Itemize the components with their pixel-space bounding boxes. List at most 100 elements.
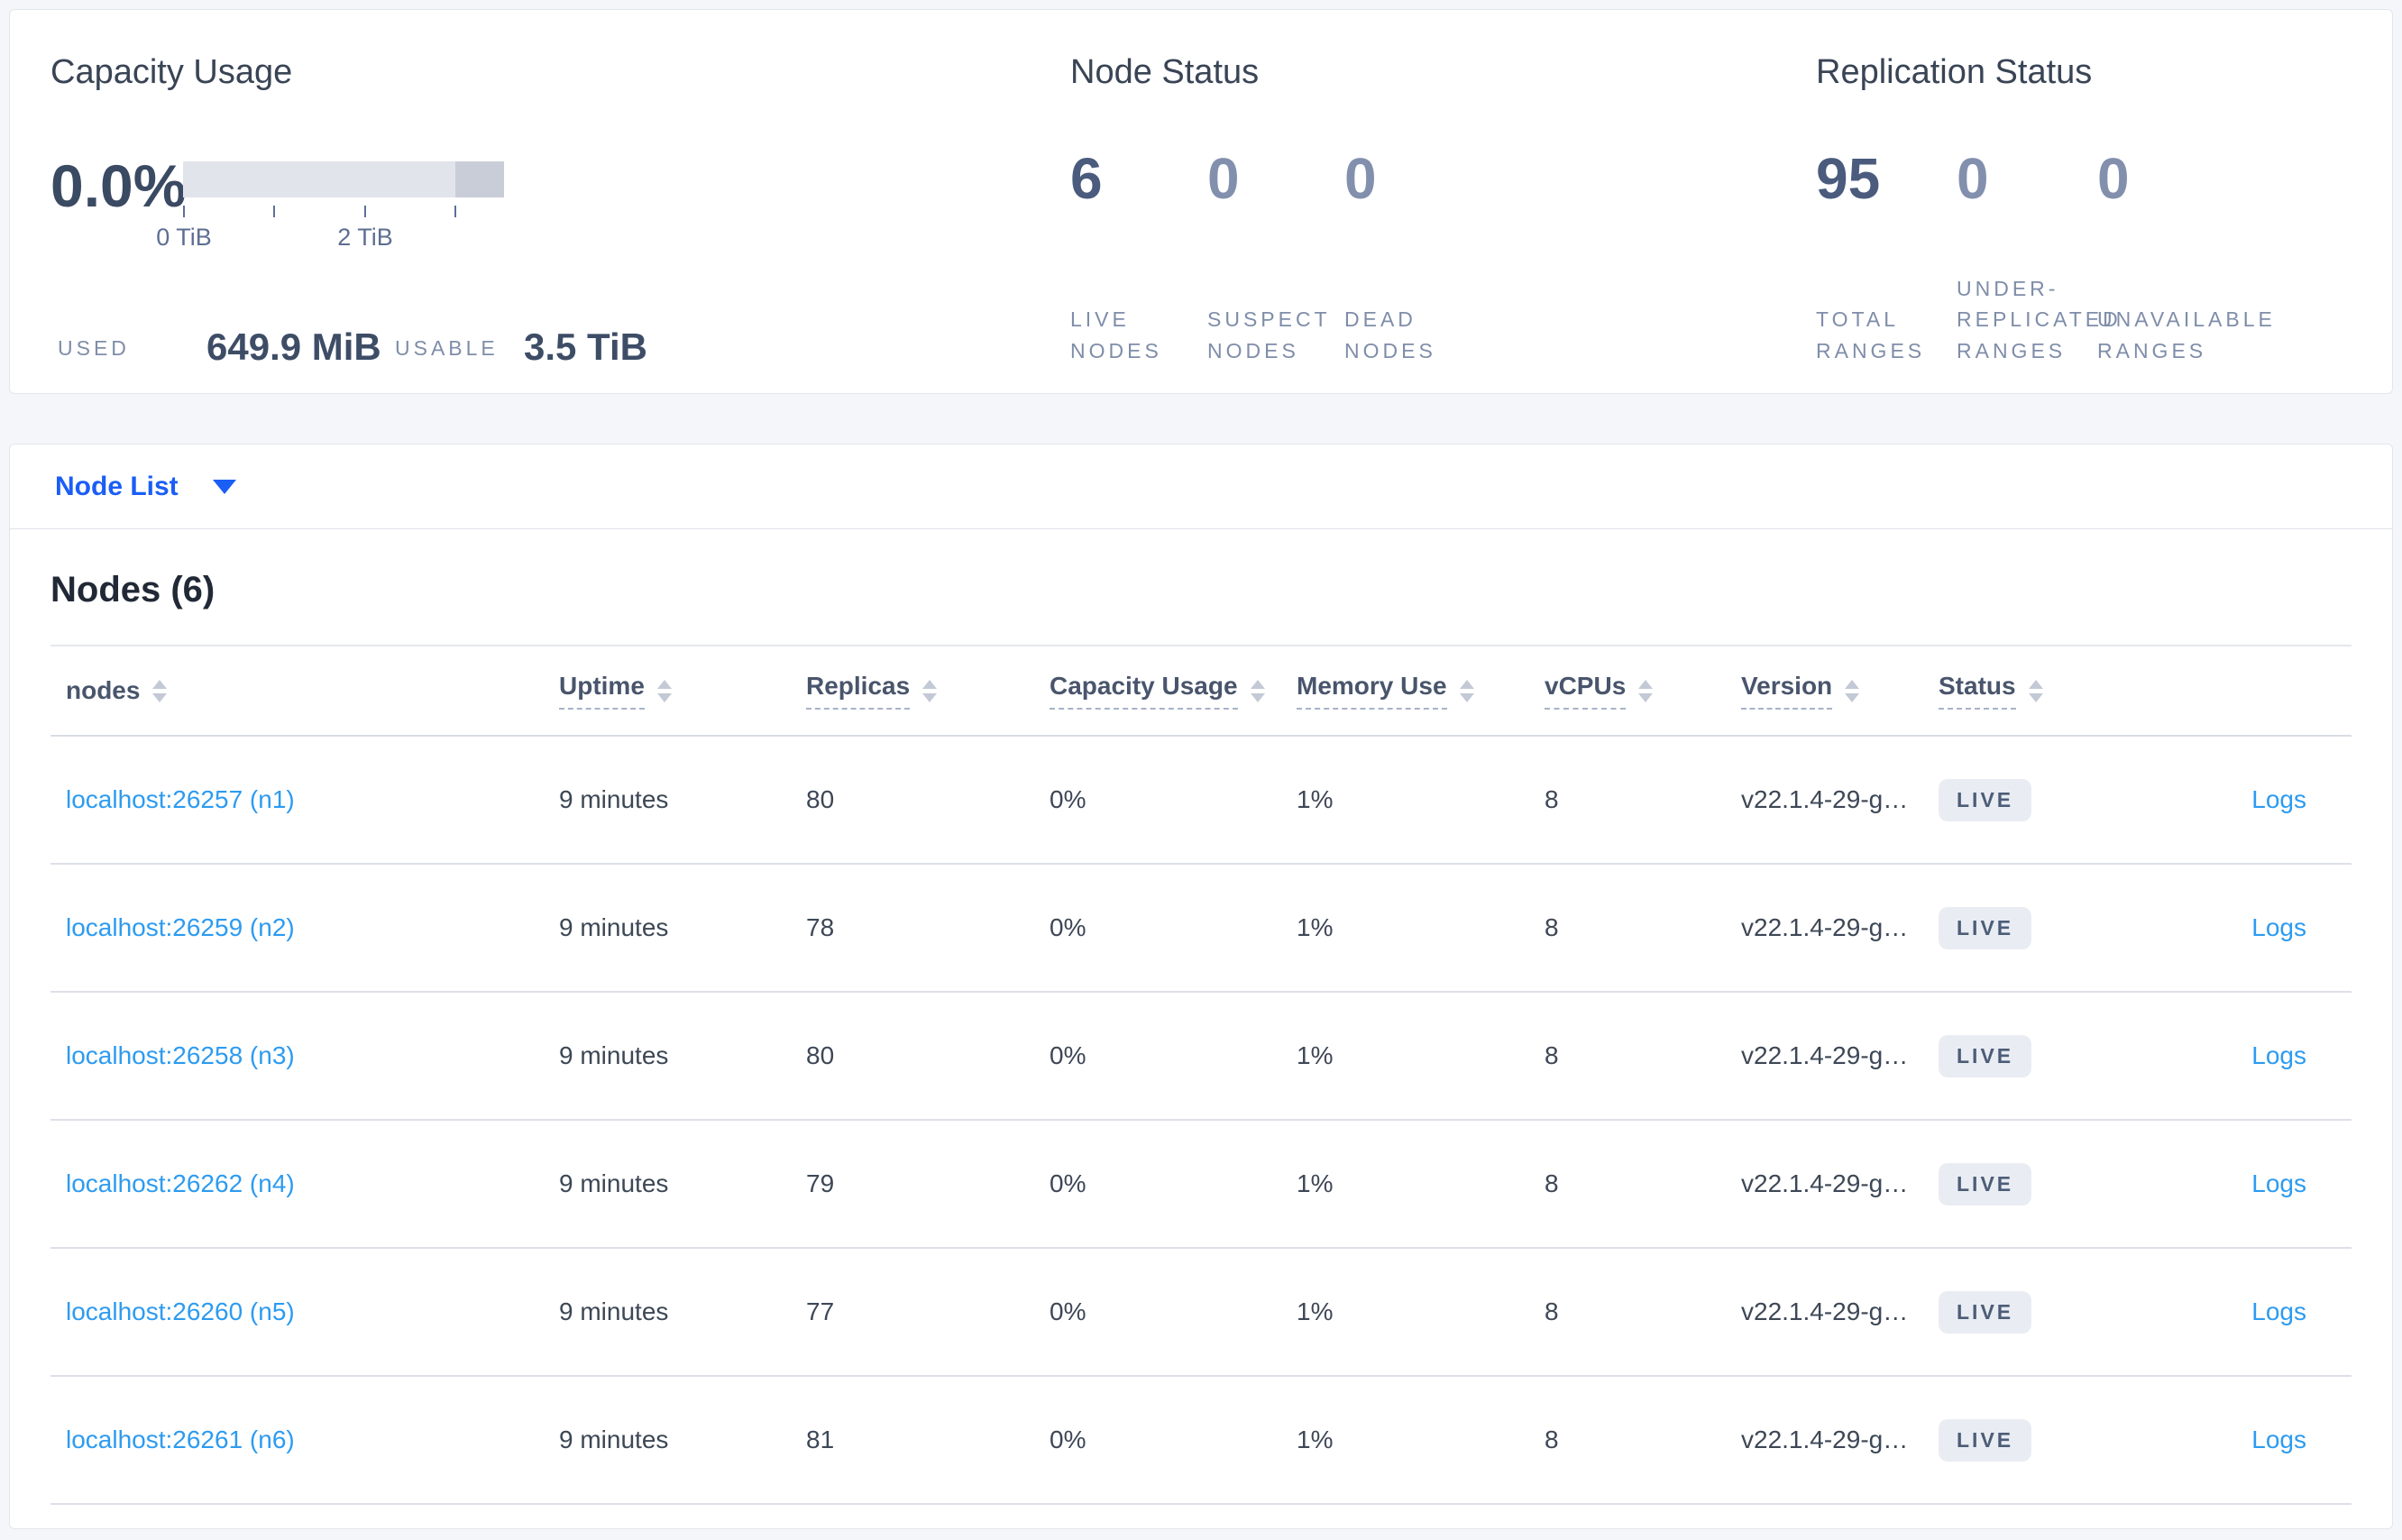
vcpus-cell: 8 bbox=[1545, 1169, 1559, 1197]
uptime-cell: 9 minutes bbox=[559, 1169, 669, 1197]
version-cell: v22.1.4-29-g… bbox=[1741, 913, 1909, 941]
node-status-title: Node Status bbox=[1070, 53, 1260, 91]
replication-status-title: Replication Status bbox=[1816, 53, 2093, 91]
column-header-capacity-usage[interactable]: Capacity Usage bbox=[1050, 672, 1297, 710]
vcpus-cell: 8 bbox=[1545, 785, 1559, 813]
live-nodes-label: LIVE NODES bbox=[1070, 307, 1162, 362]
memory-cell: 1% bbox=[1297, 1041, 1334, 1069]
uptime-cell: 9 minutes bbox=[559, 1297, 669, 1325]
status-badge: LIVE bbox=[1939, 778, 2032, 821]
capacity-usage-bar bbox=[183, 161, 504, 197]
table-row: localhost:26257 (n1) 9 minutes 80 0% 1% … bbox=[50, 737, 2352, 865]
uptime-cell: 9 minutes bbox=[559, 1041, 669, 1069]
nodes-table-title: Nodes (6) bbox=[50, 570, 215, 610]
sort-icon bbox=[2028, 679, 2043, 702]
table-row: localhost:26258 (n3) 9 minutes 80 0% 1% … bbox=[50, 993, 2352, 1121]
vcpus-cell: 8 bbox=[1545, 1425, 1559, 1453]
column-header-uptime[interactable]: Uptime bbox=[559, 672, 806, 710]
suspect-nodes-label: SUSPECT NODES bbox=[1207, 307, 1331, 362]
axis-tick bbox=[454, 206, 456, 217]
capacity-usage-title: Capacity Usage bbox=[50, 53, 293, 91]
dead-nodes-count: 0 bbox=[1344, 146, 1377, 211]
table-row: localhost:26261 (n6) 9 minutes 81 0% 1% … bbox=[50, 1377, 2352, 1505]
used-value: 649.9 MiB bbox=[206, 325, 381, 368]
capacity-cell: 0% bbox=[1050, 1297, 1086, 1325]
status-badge: LIVE bbox=[1939, 1418, 2032, 1462]
node-link[interactable]: localhost:26261 (n6) bbox=[66, 1425, 295, 1453]
column-header-memory-use[interactable]: Memory Use bbox=[1297, 672, 1545, 710]
node-status-labels: LIVE NODES SUSPECT NODES DEAD NODES bbox=[1070, 304, 1481, 366]
sort-icon bbox=[1845, 679, 1860, 702]
axis-tick-label-0: 0 TiB bbox=[156, 224, 212, 251]
logs-link[interactable]: Logs bbox=[2251, 1297, 2306, 1325]
live-nodes-count: 6 bbox=[1070, 146, 1103, 211]
node-link[interactable]: localhost:26262 (n4) bbox=[66, 1169, 295, 1197]
used-label: USED bbox=[58, 336, 130, 360]
capacity-cell: 0% bbox=[1050, 1425, 1086, 1453]
replicas-cell: 80 bbox=[806, 785, 835, 813]
memory-cell: 1% bbox=[1297, 1169, 1334, 1197]
uptime-cell: 9 minutes bbox=[559, 785, 669, 813]
column-header-nodes[interactable]: nodes bbox=[50, 676, 559, 705]
vcpus-cell: 8 bbox=[1545, 1297, 1559, 1325]
usable-label: USABLE bbox=[395, 336, 499, 360]
replicas-cell: 79 bbox=[806, 1169, 835, 1197]
logs-link[interactable]: Logs bbox=[2251, 1041, 2306, 1069]
node-link[interactable]: localhost:26258 (n3) bbox=[66, 1041, 295, 1069]
logs-link[interactable]: Logs bbox=[2251, 1169, 2306, 1197]
uptime-cell: 9 minutes bbox=[559, 913, 669, 941]
column-header-status[interactable]: Status bbox=[1939, 672, 2146, 710]
replicas-cell: 81 bbox=[806, 1425, 835, 1453]
memory-cell: 1% bbox=[1297, 913, 1334, 941]
sort-icon bbox=[656, 679, 672, 702]
replicas-cell: 77 bbox=[806, 1297, 835, 1325]
capacity-bar-dark-segment bbox=[455, 161, 504, 197]
node-link[interactable]: localhost:26259 (n2) bbox=[66, 913, 295, 941]
node-link[interactable]: localhost:26260 (n5) bbox=[66, 1297, 295, 1325]
column-header-vcpus[interactable]: vCPUs bbox=[1545, 672, 1741, 710]
unavailable-ranges-count: 0 bbox=[2097, 146, 2130, 211]
capacity-used-percent: 0.0% bbox=[50, 152, 187, 219]
usable-value: 3.5 TiB bbox=[524, 325, 647, 368]
uptime-cell: 9 minutes bbox=[559, 1425, 669, 1453]
column-header-version[interactable]: Version bbox=[1741, 672, 1939, 710]
node-list-dropdown-label: Node List bbox=[55, 471, 179, 501]
status-badge: LIVE bbox=[1939, 906, 2032, 949]
version-cell: v22.1.4-29-g… bbox=[1741, 1041, 1909, 1069]
column-header-replicas[interactable]: Replicas bbox=[806, 672, 1050, 710]
axis-tick bbox=[183, 206, 185, 217]
version-cell: v22.1.4-29-g… bbox=[1741, 1425, 1909, 1453]
sort-icon bbox=[1638, 679, 1654, 702]
vcpus-cell: 8 bbox=[1545, 1041, 1559, 1069]
memory-cell: 1% bbox=[1297, 1297, 1334, 1325]
node-link[interactable]: localhost:26257 (n1) bbox=[66, 785, 295, 813]
logs-link[interactable]: Logs bbox=[2251, 785, 2306, 813]
version-cell: v22.1.4-29-g… bbox=[1741, 785, 1909, 813]
memory-cell: 1% bbox=[1297, 785, 1334, 813]
logs-link[interactable]: Logs bbox=[2251, 913, 2306, 941]
status-badge: LIVE bbox=[1939, 1162, 2032, 1205]
sort-icon bbox=[1250, 679, 1265, 702]
logs-link[interactable]: Logs bbox=[2251, 1425, 2306, 1453]
axis-tick bbox=[273, 206, 275, 217]
under-replicated-ranges-label: UNDER- REPLICATED RANGES bbox=[1957, 276, 2122, 362]
dead-nodes-label: DEAD NODES bbox=[1344, 307, 1436, 362]
axis-tick bbox=[364, 206, 366, 217]
capacity-cell: 0% bbox=[1050, 1169, 1086, 1197]
version-cell: v22.1.4-29-g… bbox=[1741, 1297, 1909, 1325]
node-list-panel: Node List Nodes (6) nodes Uptime Replica… bbox=[9, 444, 2393, 1529]
table-header-row: nodes Uptime Replicas Capacity Usage Mem… bbox=[50, 646, 2352, 737]
capacity-cell: 0% bbox=[1050, 913, 1086, 941]
unavailable-ranges-label: UNAVAILABLE RANGES bbox=[2097, 307, 2276, 362]
replicas-cell: 80 bbox=[806, 1041, 835, 1069]
vcpus-cell: 8 bbox=[1545, 913, 1559, 941]
chevron-down-icon bbox=[212, 479, 236, 494]
axis-tick-label-2: 2 TiB bbox=[337, 224, 393, 251]
capacity-cell: 0% bbox=[1050, 785, 1086, 813]
status-badge: LIVE bbox=[1939, 1034, 2032, 1077]
table-row: localhost:26262 (n4) 9 minutes 79 0% 1% … bbox=[50, 1121, 2352, 1249]
nodes-table: Nodes (6) nodes Uptime Replicas Capacity… bbox=[50, 529, 2352, 1505]
memory-cell: 1% bbox=[1297, 1425, 1334, 1453]
node-list-dropdown[interactable]: Node List bbox=[10, 445, 2392, 529]
version-cell: v22.1.4-29-g… bbox=[1741, 1169, 1909, 1197]
